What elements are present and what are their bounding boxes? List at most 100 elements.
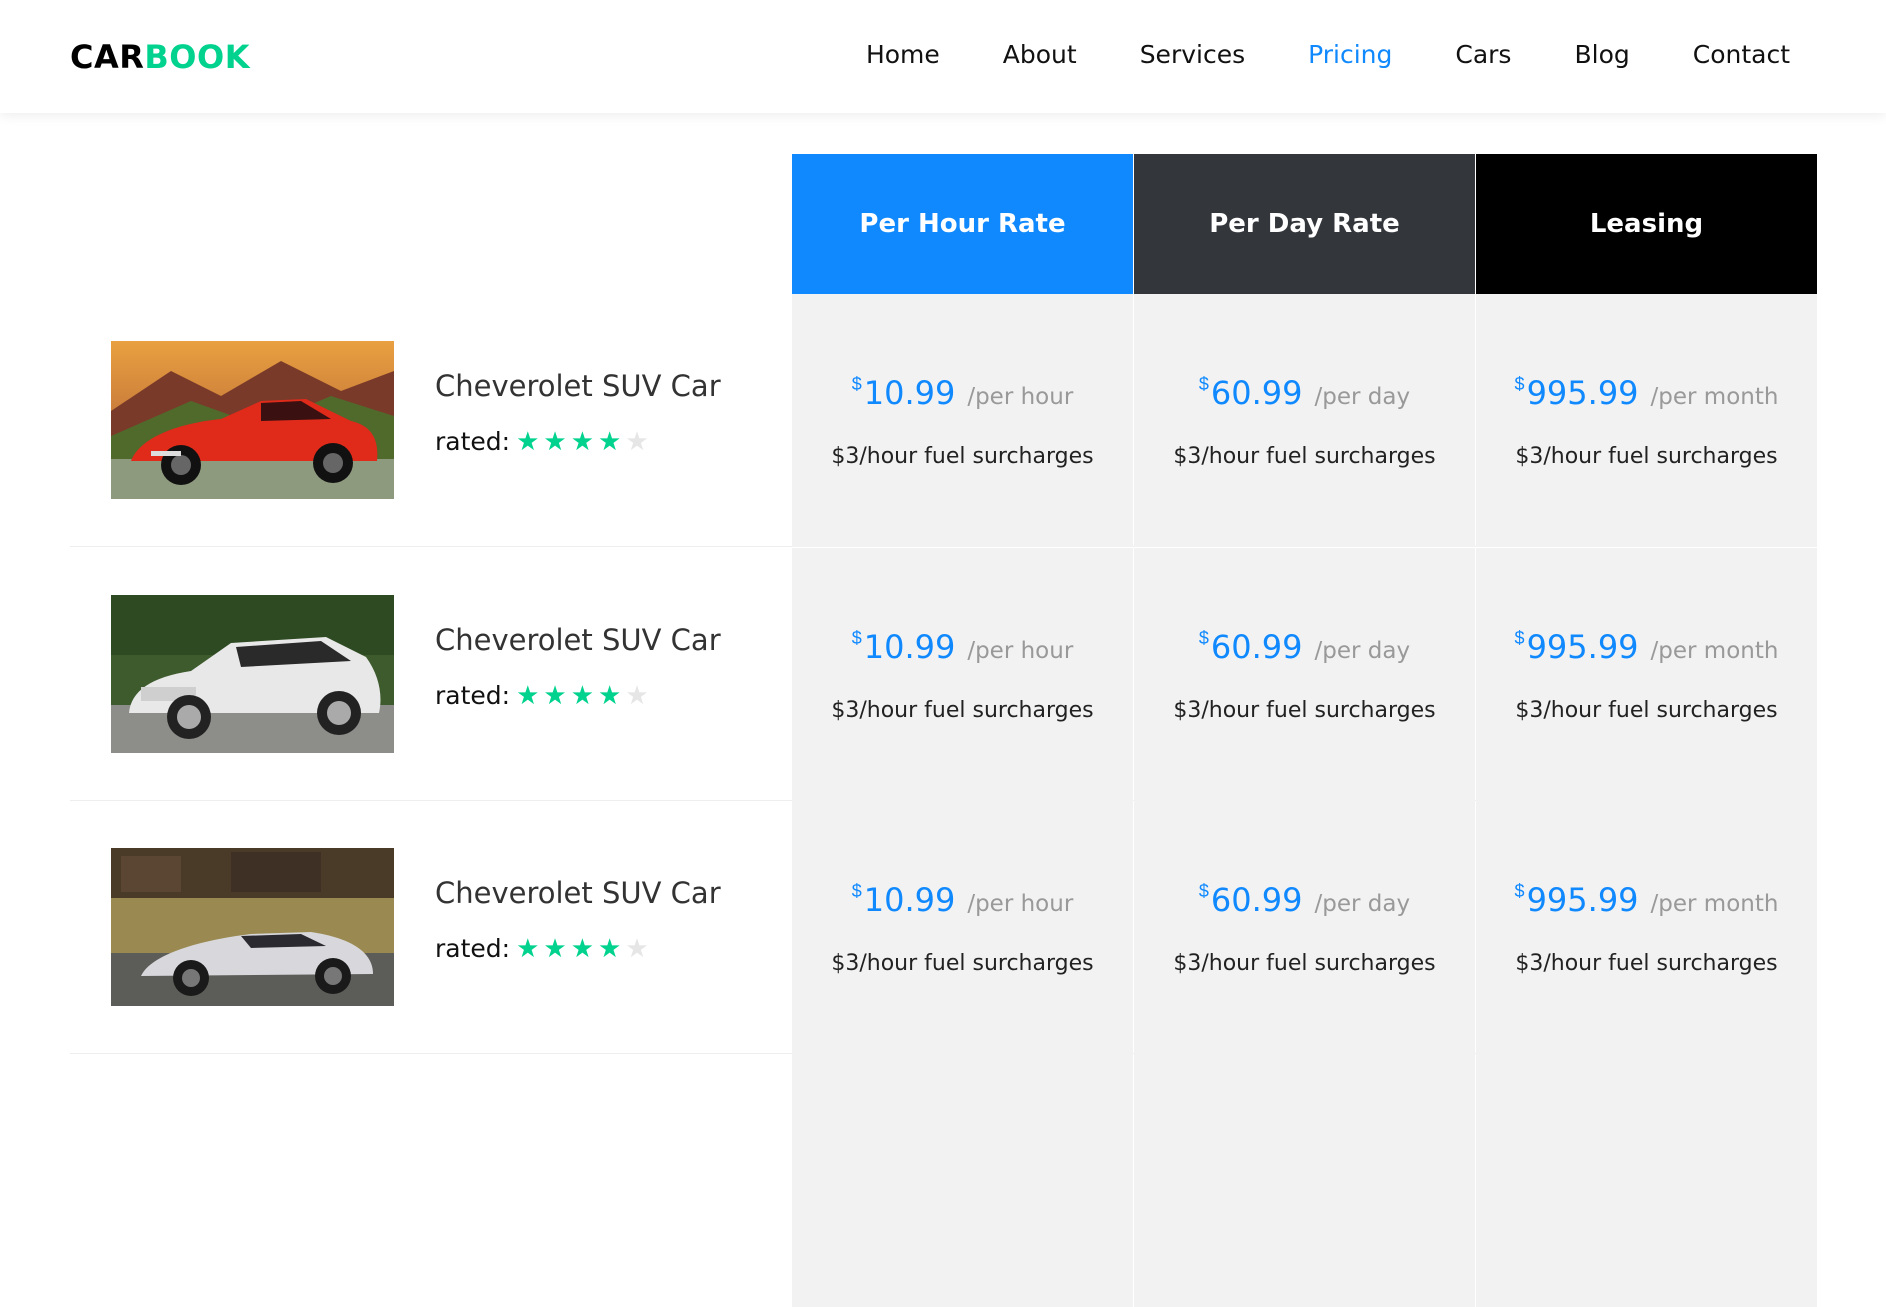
table-row [70, 1054, 1817, 1307]
fuel-surcharge: $3/hour fuel surcharges [831, 444, 1094, 469]
table-row: Cheverolet SUV Car rated: ★ ★ ★ ★ ★ $ 10… [70, 294, 1817, 547]
star-icon: ★ [516, 426, 540, 457]
price-amount: 60.99 [1210, 881, 1303, 919]
price-amount: 995.99 [1526, 374, 1639, 412]
fuel-surcharge: $3/hour fuel surcharges [1515, 951, 1778, 976]
nav-item-blog[interactable]: Blog [1574, 40, 1629, 69]
rating-label: rated: [435, 427, 511, 456]
price-amount: 10.99 [863, 628, 956, 666]
nav-item-services[interactable]: Services [1140, 40, 1245, 69]
price-amount: 10.99 [863, 881, 956, 919]
column-header-label: Leasing [1589, 209, 1704, 239]
currency-symbol: $ [851, 881, 862, 901]
fuel-surcharge: $3/hour fuel surcharges [831, 698, 1094, 723]
price-cell-per-day: $ 60.99 /per day $3/hour fuel surcharges [1134, 294, 1475, 547]
price-unit: /per day [1314, 891, 1411, 917]
price-unit: /per hour [967, 891, 1074, 917]
column-header-per-day: Per Day Rate [1134, 154, 1475, 310]
star-icon: ★ [516, 680, 540, 711]
star-icon: ★ [543, 680, 567, 711]
fuel-surcharge: $3/hour fuel surcharges [1173, 444, 1436, 469]
car-image-white-suv[interactable] [111, 595, 394, 753]
table-row: Cheverolet SUV Car rated: ★ ★ ★ ★ ★ $ 10… [70, 801, 1817, 1054]
price-unit: /per hour [967, 384, 1074, 410]
brand-logo-part1: CAR [70, 38, 145, 76]
price-amount: 995.99 [1526, 881, 1639, 919]
fuel-surcharge: $3/hour fuel surcharges [1515, 444, 1778, 469]
price-cell-per-hour [792, 1054, 1133, 1307]
column-header-label: Per Day Rate [1209, 209, 1400, 239]
price-cell-per-day: $ 60.99 /per day $3/hour fuel surcharges [1134, 548, 1475, 801]
star-empty-icon: ★ [625, 933, 649, 964]
currency-symbol: $ [1514, 374, 1525, 394]
nav-item-cars[interactable]: Cars [1455, 40, 1511, 69]
car-name: Cheverolet SUV Car [435, 369, 721, 403]
nav-item-home[interactable]: Home [866, 40, 940, 69]
price-unit: /per month [1650, 891, 1779, 917]
star-icon: ★ [570, 933, 595, 964]
price-cell-per-hour: $ 10.99 /per hour $3/hour fuel surcharge… [792, 548, 1133, 801]
currency-symbol: $ [1198, 881, 1209, 901]
currency-symbol: $ [1198, 374, 1209, 394]
rating-stars: ★ ★ ★ ★ ★ [516, 683, 649, 709]
car-image-silver-supercar[interactable] [111, 848, 394, 1006]
fuel-surcharge: $3/hour fuel surcharges [831, 951, 1094, 976]
price-cell-per-day [1134, 1054, 1475, 1307]
star-icon: ★ [598, 680, 622, 711]
price-amount: 60.99 [1210, 628, 1303, 666]
car-rating: rated: ★ ★ ★ ★ ★ [435, 427, 649, 456]
rating-stars: ★ ★ ★ ★ ★ [516, 936, 649, 962]
star-icon: ★ [598, 426, 622, 457]
price-cell-leasing: $ 995.99 /per month $3/hour fuel surchar… [1476, 548, 1817, 801]
rating-label: rated: [435, 934, 511, 963]
car-name: Cheverolet SUV Car [435, 876, 721, 910]
nav-item-contact[interactable]: Contact [1693, 40, 1790, 69]
star-icon: ★ [516, 933, 540, 964]
star-icon: ★ [570, 426, 595, 457]
price-unit: /per month [1650, 638, 1779, 664]
car-rating: rated: ★ ★ ★ ★ ★ [435, 934, 649, 963]
table-row: Cheverolet SUV Car rated: ★ ★ ★ ★ ★ $ 10… [70, 548, 1817, 801]
column-header-leasing: Leasing [1476, 154, 1817, 310]
price-cell-leasing [1476, 1054, 1817, 1307]
price-unit: /per month [1650, 384, 1779, 410]
star-icon: ★ [543, 933, 567, 964]
price-cell-per-day: $ 60.99 /per day $3/hour fuel surcharges [1134, 801, 1475, 1054]
navbar: CARBOOK Home About Services Pricing Cars… [0, 0, 1886, 113]
price-amount: 995.99 [1526, 628, 1639, 666]
price-cell-per-hour: $ 10.99 /per hour $3/hour fuel surcharge… [792, 801, 1133, 1054]
car-rating: rated: ★ ★ ★ ★ ★ [435, 681, 649, 710]
star-empty-icon: ★ [625, 680, 649, 711]
car-name: Cheverolet SUV Car [435, 623, 721, 657]
price-unit: /per hour [967, 638, 1074, 664]
currency-symbol: $ [1514, 628, 1525, 648]
price-unit: /per day [1314, 638, 1411, 664]
star-icon: ★ [598, 933, 622, 964]
currency-symbol: $ [1198, 628, 1209, 648]
price-unit: /per day [1314, 384, 1411, 410]
price-cell-leasing: $ 995.99 /per month $3/hour fuel surchar… [1476, 294, 1817, 547]
brand-logo[interactable]: CARBOOK [70, 38, 250, 76]
column-header-label: Per Hour Rate [859, 209, 1066, 239]
fuel-surcharge: $3/hour fuel surcharges [1173, 951, 1436, 976]
currency-symbol: $ [851, 628, 862, 648]
nav-item-pricing[interactable]: Pricing [1308, 40, 1392, 69]
currency-symbol: $ [851, 374, 862, 394]
column-header-per-hour: Per Hour Rate [792, 154, 1133, 310]
currency-symbol: $ [1514, 881, 1525, 901]
price-cell-leasing: $ 995.99 /per month $3/hour fuel surchar… [1476, 801, 1817, 1054]
price-amount: 60.99 [1210, 374, 1303, 412]
fuel-surcharge: $3/hour fuel surcharges [1515, 698, 1778, 723]
brand-logo-part2: BOOK [144, 38, 250, 76]
rating-label: rated: [435, 681, 511, 710]
main-nav: Home About Services Pricing Cars Blog Co… [866, 40, 1790, 69]
car-image-red-convertible[interactable] [111, 341, 394, 499]
star-icon: ★ [543, 426, 567, 457]
star-empty-icon: ★ [625, 426, 649, 457]
price-amount: 10.99 [863, 374, 956, 412]
fuel-surcharge: $3/hour fuel surcharges [1173, 698, 1436, 723]
rating-stars: ★ ★ ★ ★ ★ [516, 429, 649, 455]
price-cell-per-hour: $ 10.99 /per hour $3/hour fuel surcharge… [792, 294, 1133, 547]
nav-item-about[interactable]: About [1003, 40, 1077, 69]
star-icon: ★ [570, 680, 595, 711]
